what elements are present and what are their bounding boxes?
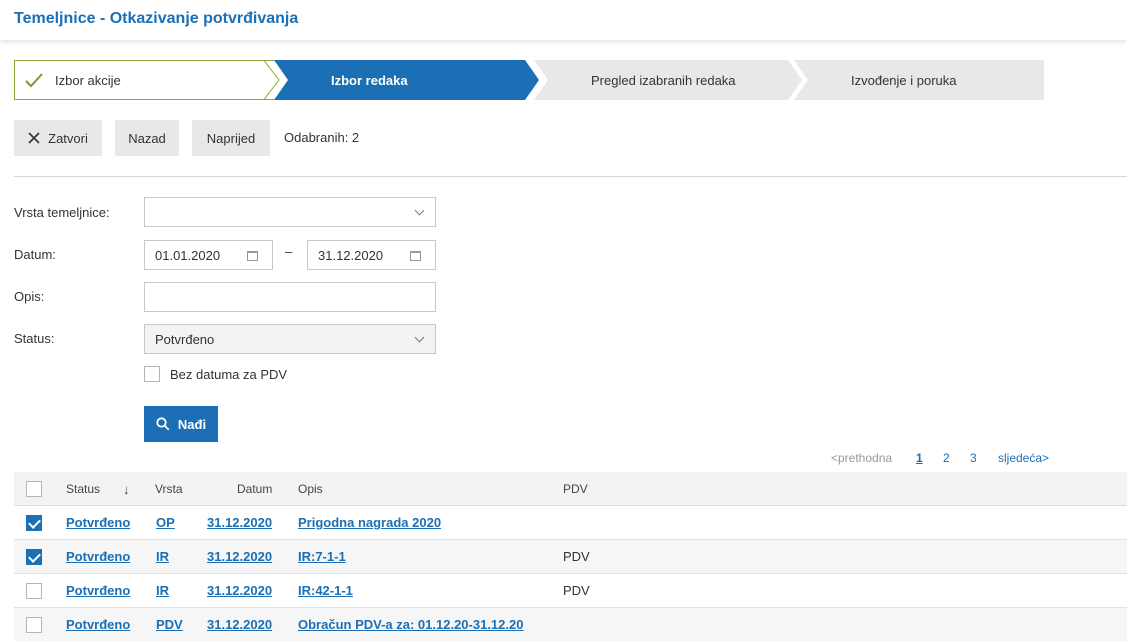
back-button[interactable]: Nazad [115,120,179,156]
sort-down-icon[interactable]: ↓ [123,482,130,497]
checkmark-icon [25,73,43,88]
divider [14,176,1127,177]
wizard-step-label: Izvođenje i poruka [851,72,957,88]
table-row[interactable]: Potvrđeno IR 31.12.2020 IR:42-1-1 PDV [14,574,1127,608]
type-label: Vrsta temeljnice: [14,205,110,220]
row-desc-link[interactable]: Obračun PDV-a za: 01.12.20-31.12.20 [298,617,523,632]
row-desc-link[interactable]: IR:42-1-1 [298,583,353,598]
row-checkbox[interactable] [26,549,42,565]
table-row[interactable]: Potvrđeno IR 31.12.2020 IR:7-1-1 PDV [14,540,1127,574]
search-icon [156,417,170,431]
pagination-page-2[interactable]: 2 [943,451,950,465]
row-status-link[interactable]: Potvrđeno [66,583,130,598]
row-date-link[interactable]: 31.12.2020 [207,583,272,598]
row-vat: PDV [563,549,590,564]
wizard-step-label: Izbor redaka [331,72,408,88]
type-select[interactable] [144,197,436,227]
date-to-field[interactable]: 31.12.2020 [307,240,436,270]
column-header-date[interactable]: Datum [237,482,272,496]
close-button-label: Zatvori [48,130,88,146]
row-status-link[interactable]: Potvrđeno [66,617,130,632]
pagination-next[interactable]: sljedeća> [998,451,1049,465]
chevron-down-icon [414,332,425,343]
status-label: Status: [14,331,55,346]
status-select[interactable]: Potvrđeno [144,324,436,354]
pagination-page-3[interactable]: 3 [970,451,977,465]
page-title: Temeljnice - Otkazivanje potvrđivanja [14,10,299,27]
row-type-link[interactable]: PDV [156,617,183,632]
date-from-value: 01.01.2020 [155,247,221,263]
row-status-link[interactable]: Potvrđeno [66,549,130,564]
back-button-label: Nazad [128,130,166,146]
row-checkbox[interactable] [26,617,42,633]
selected-count: Odabranih: 2 [284,130,360,145]
close-icon [28,132,40,144]
calendar-icon[interactable] [410,251,421,261]
next-button-label: Naprijed [206,130,256,146]
wizard-step-4[interactable]: Izvođenje i poruka [794,60,1044,100]
date-label: Datum: [14,247,56,262]
header-bar: Temeljnice - Otkazivanje potvrđivanja [0,0,1127,40]
row-desc-link[interactable]: Prigodna nagrada 2020 [298,515,441,530]
row-date-link[interactable]: 31.12.2020 [207,515,272,530]
close-button[interactable]: Zatvori [14,120,102,156]
chevron-down-icon [414,205,425,216]
row-type-link[interactable]: IR [156,583,169,598]
find-button[interactable]: Nađi [144,406,218,442]
find-button-label: Nađi [177,416,207,432]
desc-input[interactable] [144,282,436,312]
no-vat-date-label: Bez datuma za PDV [170,367,288,382]
calendar-icon[interactable] [247,251,258,261]
row-status-link[interactable]: Potvrđeno [66,515,130,530]
desc-label: Opis: [14,289,45,304]
row-type-link[interactable]: OP [156,515,175,530]
date-separator: – [285,244,293,259]
column-header-desc[interactable]: Opis [298,482,323,496]
wizard-step-3[interactable]: Pregled izabranih redaka [534,60,802,100]
status-select-value: Potvrđeno [155,331,215,347]
wizard-step-1[interactable]: Izbor akcije [14,60,282,100]
row-checkbox[interactable] [26,583,42,599]
wizard-step-label: Izbor akcije [55,72,121,88]
table-row[interactable]: Potvrđeno OP 31.12.2020 Prigodna nagrada… [14,506,1127,540]
row-date-link[interactable]: 31.12.2020 [207,617,272,632]
wizard-step-2[interactable]: Izbor redaka [274,60,539,100]
date-from-field[interactable]: 01.01.2020 [144,240,273,270]
table-header: Status ↓ Vrsta Datum Opis PDV [14,472,1127,506]
no-vat-date-checkbox[interactable] [144,366,160,382]
next-button[interactable]: Naprijed [192,120,270,156]
pagination-page-1[interactable]: 1 [916,451,923,465]
pagination-prev[interactable]: <prethodna [831,451,892,465]
column-header-status[interactable]: Status [66,482,100,496]
wizard-steps: Izbor akcije Izbor redaka Pregled izabra… [14,60,1044,100]
wizard-step-label: Pregled izabranih redaka [591,72,736,88]
date-to-value: 31.12.2020 [318,247,384,263]
row-date-link[interactable]: 31.12.2020 [207,549,272,564]
select-all-checkbox[interactable] [26,481,42,497]
column-header-vat[interactable]: PDV [563,482,588,496]
column-header-type[interactable]: Vrsta [155,482,183,496]
row-desc-link[interactable]: IR:7-1-1 [298,549,346,564]
row-type-link[interactable]: IR [156,549,169,564]
row-vat: PDV [563,583,590,598]
row-checkbox[interactable] [26,515,42,531]
table-row[interactable]: Potvrđeno PDV 31.12.2020 Obračun PDV-a z… [14,608,1127,641]
